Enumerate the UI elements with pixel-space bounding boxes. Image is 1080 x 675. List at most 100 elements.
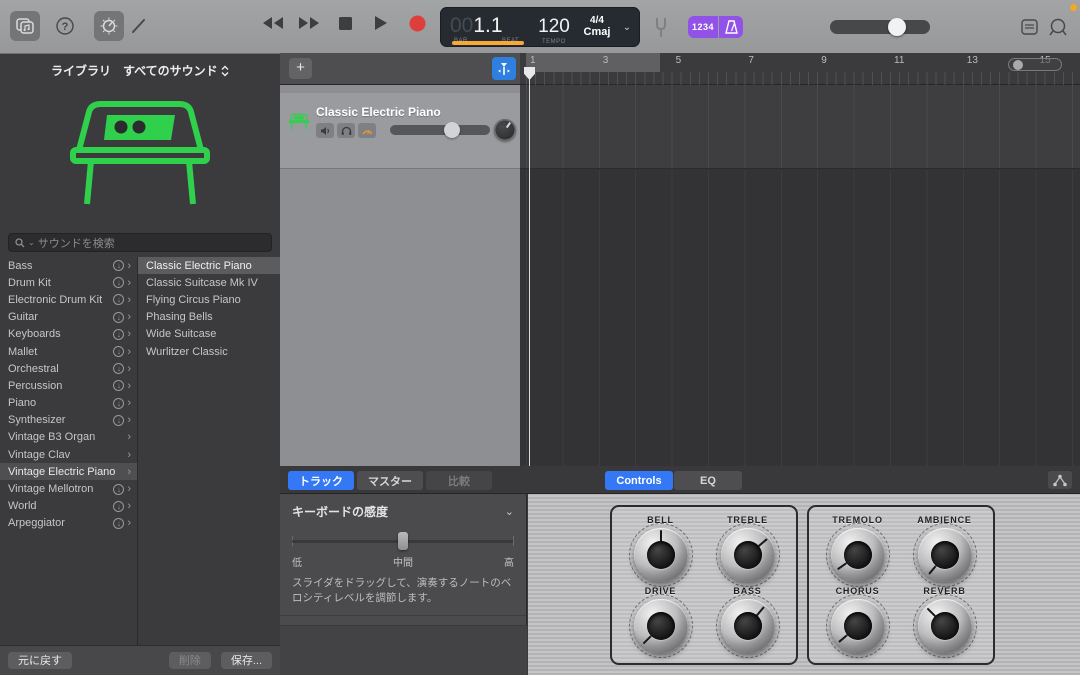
download-icon[interactable]: ↓	[113, 346, 124, 357]
bell-knob[interactable]	[634, 528, 688, 582]
revert-button[interactable]: 元に戻す	[8, 652, 72, 669]
preset-wide-suitcase[interactable]: Wide Suitcase	[138, 326, 280, 343]
help-button[interactable]: ?	[54, 15, 76, 37]
sensitivity-slider-handle[interactable]	[398, 532, 408, 550]
master-volume-slider[interactable]	[830, 20, 930, 34]
count-in-button[interactable]: 1234	[688, 16, 718, 38]
tab-eq[interactable]: EQ	[674, 471, 742, 490]
tuner-button[interactable]	[650, 14, 672, 40]
download-icon[interactable]: ↓	[113, 312, 124, 323]
sidebar-category-electronic-drum-kit[interactable]: Electronic Drum Kit↓›	[0, 291, 137, 308]
download-icon[interactable]: ↓	[113, 260, 124, 271]
lcd-mode-chevron[interactable]: ⌄	[618, 22, 636, 33]
download-icon[interactable]: ↓	[113, 294, 124, 305]
download-icon[interactable]: ↓	[113, 518, 124, 529]
input-monitoring-button[interactable]	[358, 123, 376, 138]
rewind-button[interactable]	[262, 12, 284, 34]
sidebar-category-world[interactable]: World↓›	[0, 498, 137, 515]
sidebar-category-mallet[interactable]: Mallet↓›	[0, 343, 137, 360]
sensitivity-slider[interactable]	[292, 532, 514, 550]
forward-button[interactable]	[298, 12, 320, 34]
download-icon[interactable]: ↓	[113, 329, 124, 340]
download-icon[interactable]: ↓	[113, 501, 124, 512]
empty-timeline-area[interactable]	[520, 170, 1080, 466]
loop-browser-button[interactable]	[1046, 16, 1070, 38]
smart-controls-button[interactable]	[94, 11, 124, 41]
chevron-right-icon: ›	[127, 397, 131, 409]
download-icon[interactable]: ↓	[113, 277, 124, 288]
sensitivity-description: スライダをドラッグして、演奏するノートのベロシティレベルを調節します。	[280, 569, 526, 616]
drive-knob[interactable]	[634, 599, 688, 653]
save-button[interactable]: 保存...	[221, 652, 272, 669]
lcd-key-section[interactable]: 4/4 Cmaj	[576, 15, 618, 39]
track-pan-knob[interactable]	[494, 119, 516, 141]
ambience-knob[interactable]	[918, 528, 972, 582]
sidebar-category-bass[interactable]: Bass↓›	[0, 257, 137, 274]
bass-knob[interactable]	[721, 599, 775, 653]
solo-button[interactable]	[337, 123, 355, 138]
sound-search-field[interactable]: ⌄ サウンドを検索	[8, 233, 272, 252]
collapse-chevron-icon[interactable]: ⌄	[505, 505, 514, 518]
library-toggle-button[interactable]	[10, 11, 40, 41]
bar-ruler[interactable]: 13579111315	[520, 53, 1080, 85]
screen-controls-link-button[interactable]	[1048, 471, 1072, 489]
sidebar-category-piano[interactable]: Piano↓›	[0, 395, 137, 412]
tab-controls[interactable]: Controls	[605, 471, 673, 490]
preset-wurlitzer-classic[interactable]: Wurlitzer Classic	[138, 343, 280, 360]
preset-classic-suitcase-mk-iv[interactable]: Classic Suitcase Mk IV	[138, 274, 280, 291]
sidebar-category-vintage-electric-piano[interactable]: Vintage Electric Piano›	[0, 463, 137, 480]
add-track-button[interactable]: +	[289, 58, 312, 79]
mute-button[interactable]	[316, 123, 334, 138]
sidebar-category-arpeggiator[interactable]: Arpeggiator↓›	[0, 515, 137, 532]
master-volume-knob[interactable]	[888, 18, 906, 36]
chorus-knob[interactable]	[831, 599, 885, 653]
sensitivity-section-header[interactable]: キーボードの感度 ⌄	[280, 494, 526, 524]
tremolo-knob[interactable]	[831, 528, 885, 582]
download-icon[interactable]: ↓	[113, 398, 124, 409]
sidebar-category-keyboards[interactable]: Keyboards↓›	[0, 326, 137, 343]
tab-master[interactable]: マスター	[357, 471, 423, 490]
record-button[interactable]	[406, 12, 428, 34]
track-lane[interactable]	[520, 85, 1080, 169]
sidebar-category-orchestral[interactable]: Orchestral↓›	[0, 360, 137, 377]
library-footer: 元に戻す 削除 保存...	[0, 645, 280, 675]
preset-classic-electric-piano[interactable]: Classic Electric Piano	[138, 257, 280, 274]
library-header: ライブラリ すべてのサウンド	[0, 58, 280, 82]
zoom-slider-knob[interactable]	[1013, 60, 1023, 70]
lcd-display[interactable]: 001.1 BAR BEAT 120 TEMPO 4/4 Cmaj ⌄	[440, 7, 640, 47]
metronome-button[interactable]	[719, 16, 743, 38]
tab-track[interactable]: トラック	[288, 471, 354, 490]
track-header[interactable]: Classic Electric Piano	[280, 93, 520, 169]
sidebar-category-vintage-clav[interactable]: Vintage Clav›	[0, 446, 137, 463]
track-volume-slider[interactable]	[390, 125, 490, 135]
sidebar-category-vintage-b3-organ[interactable]: Vintage B3 Organ›	[0, 429, 137, 446]
preset-flying-circus-piano[interactable]: Flying Circus Piano	[138, 291, 280, 308]
editors-button[interactable]	[128, 15, 150, 37]
download-icon[interactable]: ↓	[113, 363, 124, 374]
sidebar-category-percussion[interactable]: Percussion↓›	[0, 377, 137, 394]
timeline[interactable]	[520, 85, 1080, 466]
preset-list: Classic Electric PianoClassic Suitcase M…	[138, 257, 280, 646]
download-icon[interactable]: ↓	[113, 380, 124, 391]
catch-playhead-button[interactable]	[492, 57, 516, 80]
sound-filter-dropdown[interactable]: すべてのサウンド	[123, 62, 229, 79]
track-name[interactable]: Classic Electric Piano	[316, 105, 441, 119]
play-button[interactable]	[370, 12, 392, 34]
horizontal-zoom-slider[interactable]	[1008, 58, 1062, 71]
sidebar-category-vintage-mellotron[interactable]: Vintage Mellotron↓›	[0, 480, 137, 497]
preset-phasing-bells[interactable]: Phasing Bells	[138, 309, 280, 326]
track-volume-knob[interactable]	[444, 122, 460, 138]
treble-knob[interactable]	[721, 528, 775, 582]
time-signature: 4/4	[576, 15, 618, 27]
delete-button[interactable]: 削除	[169, 652, 211, 669]
tab-compare[interactable]: 比較	[426, 471, 492, 490]
download-icon[interactable]: ↓	[113, 415, 124, 426]
lcd-tempo-section[interactable]: 120 TEMPO	[532, 8, 576, 46]
sidebar-category-guitar[interactable]: Guitar↓›	[0, 309, 137, 326]
sidebar-category-drum-kit[interactable]: Drum Kit↓›	[0, 274, 137, 291]
download-icon[interactable]: ↓	[113, 484, 124, 495]
stop-button[interactable]	[334, 12, 356, 34]
notepad-button[interactable]	[1018, 16, 1040, 38]
sidebar-category-synthesizer[interactable]: Synthesizer↓›	[0, 412, 137, 429]
reverb-knob[interactable]	[918, 599, 972, 653]
